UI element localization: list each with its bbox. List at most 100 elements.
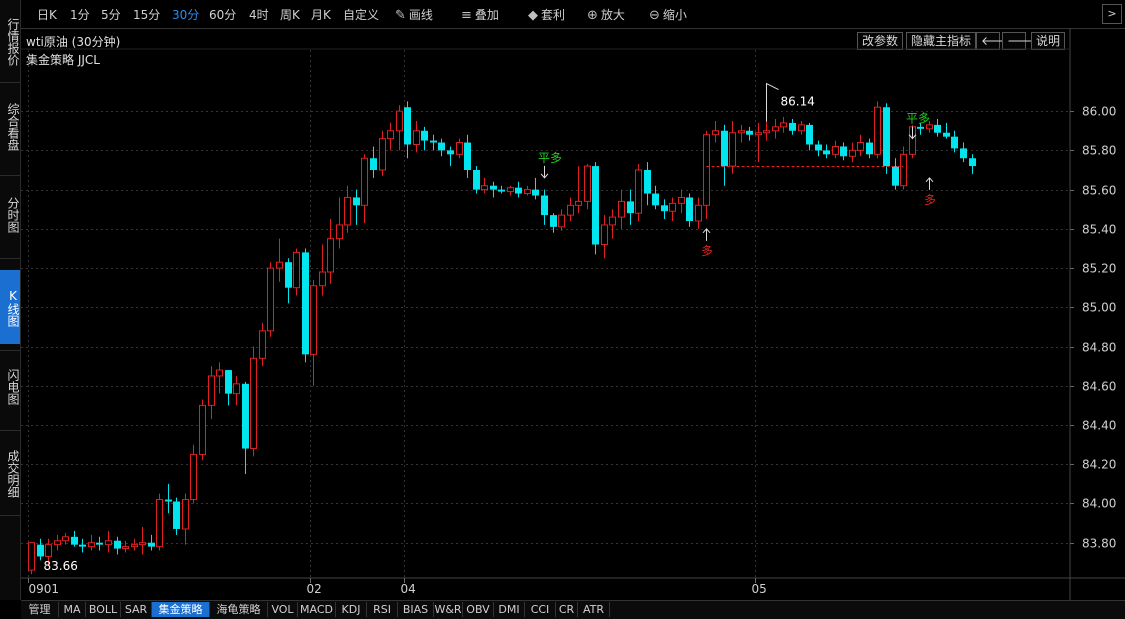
candle-body <box>233 383 240 395</box>
y-tick-label: 83.80 <box>1082 537 1116 551</box>
candle-body <box>216 369 223 377</box>
indicator-tab[interactable]: OBV <box>463 602 494 617</box>
indicator-tab[interactable]: BIAS <box>398 602 434 617</box>
candle-body <box>319 271 326 287</box>
candle-body <box>447 150 454 155</box>
candle-body <box>601 224 608 246</box>
indicator-tab[interactable]: 海龟策略 <box>210 602 268 617</box>
candle-body <box>866 142 873 155</box>
indicator-tab[interactable]: DMI <box>494 602 525 617</box>
candle-body <box>712 130 719 136</box>
candle-body <box>661 205 668 212</box>
indicator-tab[interactable]: CR <box>556 602 578 617</box>
candle-body <box>293 251 300 289</box>
candle-body <box>524 189 531 195</box>
candle-body <box>421 130 428 141</box>
candle-body <box>156 499 163 548</box>
candle-body <box>379 138 386 171</box>
candle-body <box>190 453 197 501</box>
signal-close-long-label: 平多 <box>906 112 930 126</box>
candle-body <box>721 130 728 167</box>
candle-body <box>250 357 257 450</box>
indicator-tab[interactable]: VOL <box>268 602 298 617</box>
candle-body <box>798 124 805 132</box>
candle-body <box>969 158 976 167</box>
candle-body <box>276 261 283 269</box>
candle-body <box>242 383 249 449</box>
indicator-tab[interactable]: RSI <box>367 602 398 617</box>
y-tick-label: 84.20 <box>1082 458 1116 472</box>
indicator-tab[interactable]: 管理 <box>21 602 59 617</box>
candle-body <box>139 542 146 546</box>
candle-body <box>823 150 830 155</box>
indicator-tab[interactable]: 集金策略 <box>152 602 210 617</box>
y-tick-label: 85.80 <box>1082 144 1116 158</box>
y-tick-label: 84.00 <box>1082 497 1116 511</box>
indicator-tab[interactable]: ATR <box>578 602 610 617</box>
y-tick-label: 84.60 <box>1082 380 1116 394</box>
indicator-tab[interactable]: MACD <box>298 602 336 617</box>
candle-body <box>703 134 710 206</box>
candle-body <box>387 130 394 140</box>
candle-body <box>780 122 787 128</box>
candle-body <box>37 544 44 557</box>
candle-body <box>849 149 856 157</box>
candle-body <box>627 201 634 214</box>
candle-body <box>413 130 420 145</box>
candle-body <box>498 189 505 192</box>
signal-close-long-label: 平多 <box>538 151 562 165</box>
indicator-tab[interactable]: W&R <box>434 602 463 617</box>
y-tick-label: 85.40 <box>1082 223 1116 237</box>
candle-body <box>584 165 591 202</box>
candle-body <box>481 185 488 191</box>
candle-body <box>361 157 368 206</box>
indicator-tab[interactable]: MA <box>59 602 86 617</box>
candle-body <box>285 262 292 288</box>
candle-body <box>464 142 471 170</box>
candle-body <box>729 132 736 167</box>
candle-body <box>746 130 753 135</box>
candle-body <box>815 144 822 151</box>
y-tick-label: 85.00 <box>1082 301 1116 315</box>
candle-body <box>182 499 189 530</box>
candle-body <box>122 546 129 550</box>
candle-body <box>79 544 86 547</box>
candle-body <box>832 145 839 155</box>
candle-body <box>302 252 309 355</box>
candle-body <box>88 542 95 548</box>
candle-body <box>370 158 377 170</box>
y-tick-label: 86.00 <box>1082 105 1116 119</box>
indicator-tab[interactable]: SAR <box>121 602 152 617</box>
candle-body <box>54 540 61 546</box>
candle-body <box>336 224 343 240</box>
indicator-tab[interactable]: CCI <box>525 602 556 617</box>
candle-body <box>900 153 907 187</box>
x-tick-label: 02 <box>307 582 322 596</box>
candle-body <box>515 187 522 194</box>
kline-chart[interactable]: 86.14 83.66 平多多 平多多 86.00 85.80 85.60 85.40 85.… <box>0 0 1125 600</box>
indicator-tab[interactable]: KDJ <box>336 602 367 617</box>
candle-body <box>960 148 967 159</box>
x-tick-label: 05 <box>752 582 767 596</box>
candle-body <box>456 142 463 155</box>
candle-body <box>131 544 138 548</box>
y-axis: 86.00 85.80 85.60 85.40 85.20 85.00 84.80 84.60… <box>1070 105 1116 551</box>
candle-body <box>507 187 514 193</box>
indicator-tab[interactable]: BOLL <box>86 602 121 617</box>
candle-body <box>652 193 659 206</box>
y-tick-label: 85.20 <box>1082 262 1116 276</box>
candle-body <box>874 106 881 155</box>
candle-body <box>592 166 599 245</box>
candle-body <box>883 107 890 167</box>
candle-body <box>353 197 360 206</box>
candle-body <box>344 196 351 226</box>
candle-body <box>430 140 437 143</box>
candle-body <box>550 215 557 227</box>
candle-body <box>490 185 497 190</box>
candle-body <box>644 170 651 194</box>
candle-body <box>857 142 864 151</box>
candle-body <box>755 132 762 136</box>
candle-body <box>686 197 693 221</box>
candle-body <box>695 204 702 222</box>
x-tick-label: 04 <box>401 582 416 596</box>
